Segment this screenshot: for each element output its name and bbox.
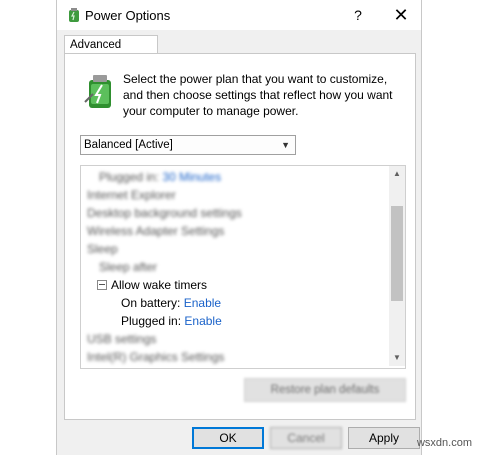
watermark: wsxdn.com bbox=[416, 437, 472, 449]
plugged-in-value-link[interactable]: Enable bbox=[184, 314, 221, 328]
plugged-in-setting: Plugged in: Enable bbox=[121, 314, 222, 328]
tree-row: Internet Explorer bbox=[87, 188, 176, 202]
scroll-down-icon[interactable]: ▼ bbox=[389, 350, 405, 366]
help-button[interactable]: ? bbox=[347, 4, 369, 26]
tree-row: USB settings bbox=[87, 332, 157, 346]
tree-row: Desktop background settings bbox=[87, 206, 242, 220]
close-button[interactable]: ✕ bbox=[390, 4, 412, 26]
tree-row: Sleep after bbox=[99, 260, 158, 274]
on-battery-value-link[interactable]: Enable bbox=[184, 296, 221, 310]
scroll-thumb[interactable] bbox=[391, 206, 403, 301]
settings-tree: Plugged in: 30 Minutes Internet Explorer… bbox=[80, 165, 406, 369]
power-options-dialog: Power Options ? ✕ Advanced settings Sele… bbox=[56, 0, 422, 455]
power-options-icon bbox=[69, 8, 79, 22]
apply-button[interactable]: Apply bbox=[348, 427, 420, 449]
cancel-button[interactable]: Cancel bbox=[270, 427, 342, 449]
on-battery-setting: On battery: Enable bbox=[121, 296, 222, 310]
scroll-up-icon[interactable]: ▲ bbox=[389, 166, 405, 182]
tree-row: Wireless Adapter Settings bbox=[87, 224, 225, 238]
wake-timers-node[interactable]: Allow wake timers bbox=[97, 276, 207, 294]
battery-plan-icon bbox=[84, 75, 111, 108]
ok-button[interactable]: OK bbox=[192, 427, 264, 449]
collapse-icon[interactable] bbox=[97, 280, 107, 290]
restore-plan-defaults-button[interactable]: Restore plan defaults bbox=[244, 378, 406, 402]
settings-panel: Select the power plan that you want to c… bbox=[64, 53, 416, 420]
tab-advanced-settings[interactable]: Advanced settings bbox=[64, 35, 158, 69]
power-plan-dropdown[interactable]: Balanced [Active] ▼ bbox=[80, 135, 296, 155]
tree-row: Intel(R) Graphics Settings bbox=[87, 350, 225, 364]
wake-timers-label: Allow wake timers bbox=[111, 278, 208, 292]
title-bar: Power Options ? ✕ bbox=[57, 0, 421, 30]
tree-row: Plugged in: 30 Minutes bbox=[99, 170, 222, 184]
chevron-down-icon: ▼ bbox=[281, 140, 290, 150]
description-text: Select the power plan that you want to c… bbox=[123, 72, 393, 118]
vertical-scrollbar[interactable]: ▲ ▼ bbox=[389, 166, 405, 366]
window-title: Power Options bbox=[85, 8, 171, 23]
tree-row: Sleep bbox=[87, 242, 118, 256]
power-plan-value: Balanced [Active] bbox=[84, 139, 173, 151]
